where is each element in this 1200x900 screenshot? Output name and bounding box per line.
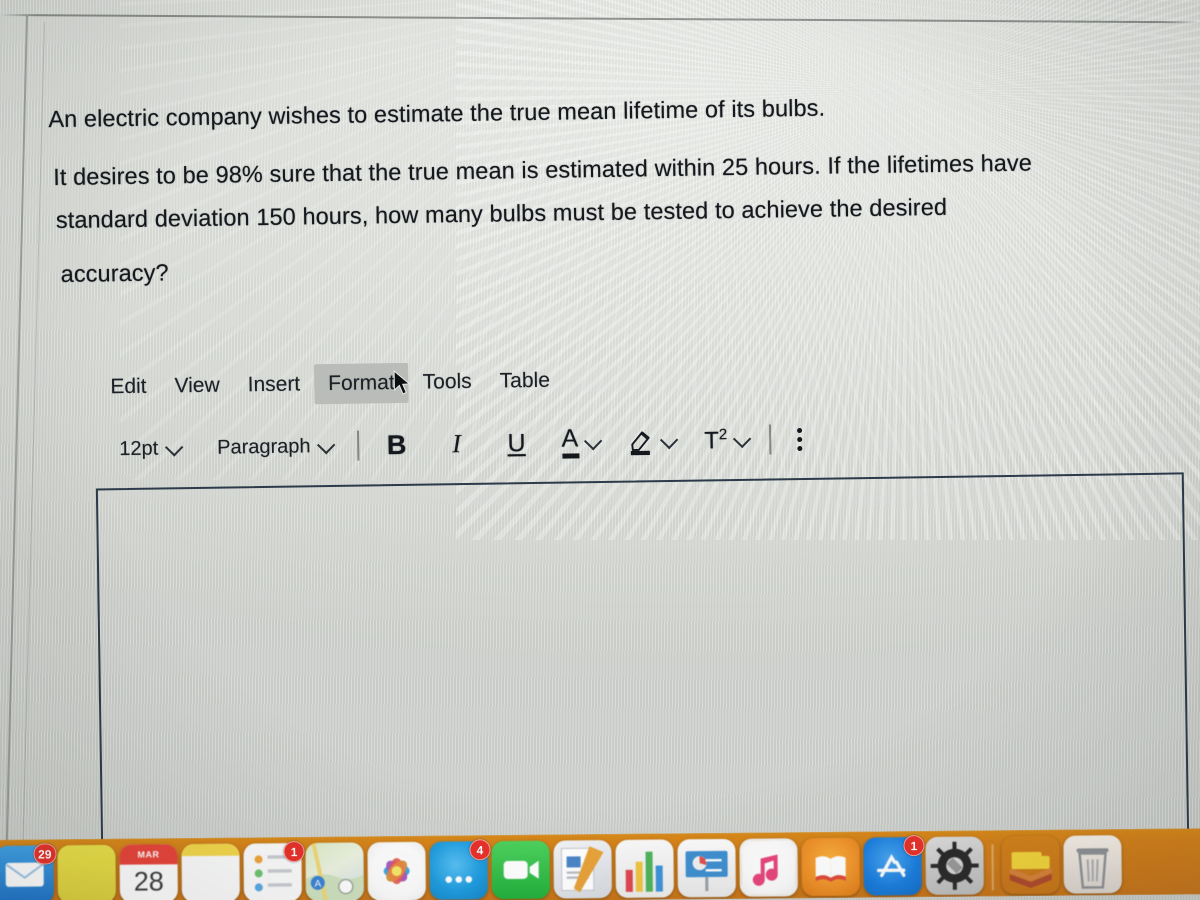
music-icon	[739, 838, 798, 897]
photos-icon	[367, 841, 426, 900]
numbers-icon	[615, 839, 674, 898]
formatting-toolbar: 12pt Paragraph B I U A T2	[109, 422, 812, 466]
facetime-icon	[491, 840, 550, 900]
question-text-line-3: standard deviation 150 hours, how many b…	[55, 193, 948, 234]
dock-item-trash[interactable]	[1063, 835, 1122, 894]
chevron-down-icon	[317, 435, 336, 454]
block-format-value: Paragraph	[217, 434, 311, 459]
dock-item-facetime[interactable]	[491, 840, 550, 900]
menu-item-table[interactable]: Table	[485, 361, 564, 402]
toolbar-divider-2	[769, 424, 772, 455]
font-size-value: 12pt	[119, 437, 159, 460]
answer-text-area[interactable]	[95, 472, 1190, 849]
gear-icon	[925, 836, 984, 896]
dock-item-music[interactable]	[739, 838, 798, 897]
dock-item-notepad[interactable]	[181, 843, 240, 900]
dock-item-mail[interactable]: 29	[0, 843, 57, 900]
highlighter-pen-icon	[628, 427, 654, 456]
dock-item-keynote[interactable]	[677, 838, 736, 898]
svg-text:A: A	[314, 879, 321, 890]
keynote-icon	[677, 838, 736, 898]
maps-icon: A	[305, 842, 364, 900]
chevron-down-icon	[732, 429, 752, 448]
calendar-day: 28	[133, 865, 164, 897]
menu-item-insert[interactable]: Insert	[233, 364, 314, 405]
bold-button[interactable]: B	[375, 428, 417, 463]
kebab-dot	[797, 445, 803, 451]
superscript-base: T	[704, 426, 720, 454]
highlight-color-dropdown[interactable]	[622, 424, 680, 459]
menu-item-view[interactable]: View	[160, 365, 234, 406]
toolbar-divider-1	[357, 430, 360, 461]
dock-badge-mail: 29	[33, 843, 57, 865]
editor-menubar: Edit View Insert Format Tools Table	[96, 361, 564, 408]
text-color-dropdown[interactable]: A	[555, 424, 604, 460]
dock-item-messages[interactable]: 4	[429, 839, 491, 900]
dock-divider	[991, 844, 994, 891]
dock-badge-messages: 4	[469, 839, 491, 861]
notes-icon	[57, 844, 116, 900]
more-options-button[interactable]	[787, 423, 812, 454]
dock-badge-app-store: 1	[903, 835, 925, 857]
calendar-icon: MAR 28	[119, 844, 178, 900]
dock-item-calendar[interactable]: MAR 28	[119, 844, 178, 900]
menu-item-tools[interactable]: Tools	[408, 362, 486, 403]
superscript-icon: T2	[704, 426, 727, 455]
chevron-down-icon	[583, 431, 603, 450]
downloads-stack-icon	[1001, 836, 1060, 895]
dock-item-photos[interactable]	[367, 841, 426, 900]
pages-icon	[553, 840, 612, 899]
dock-item-notes[interactable]	[57, 844, 116, 900]
dock-item-contacts[interactable]: 1	[243, 840, 305, 900]
question-text-line-1: An electric company wishes to estimate t…	[48, 94, 826, 133]
trash-icon	[1063, 835, 1122, 894]
menu-item-format[interactable]: Format	[313, 362, 409, 405]
dock-item-books[interactable]	[801, 837, 860, 897]
macos-dock: 29 MAR 28 1 A 4 1	[0, 828, 1200, 900]
dock-item-maps[interactable]: A	[305, 842, 364, 900]
dock-item-pages[interactable]	[553, 840, 612, 899]
menu-item-edit[interactable]: Edit	[96, 367, 161, 408]
superscript-exponent: 2	[718, 425, 728, 443]
kebab-dot	[797, 436, 803, 442]
chevron-down-icon	[659, 430, 679, 449]
screenshot-root: An electric company wishes to estimate t…	[0, 0, 1200, 900]
block-format-dropdown[interactable]: Paragraph	[207, 430, 342, 463]
dock-item-app-store[interactable]: 1	[863, 835, 925, 896]
books-icon	[801, 837, 860, 897]
content-plane: An electric company wishes to estimate t…	[0, 0, 1200, 900]
dock-item-system-preferences[interactable]	[925, 836, 984, 896]
font-size-dropdown[interactable]: 12pt	[109, 433, 189, 465]
dock-badge-contacts: 1	[283, 840, 305, 863]
chevron-down-icon	[164, 437, 184, 457]
underline-button[interactable]: U	[495, 426, 537, 461]
question-text-line-4: accuracy?	[60, 259, 169, 287]
dock-item-numbers[interactable]	[615, 839, 674, 898]
text-color-icon: A	[561, 424, 578, 458]
question-text-line-2: It desires to be 98% sure that the true …	[53, 149, 1033, 191]
italic-button[interactable]: I	[435, 427, 477, 462]
kebab-dot	[797, 427, 803, 433]
stickies-icon	[181, 843, 240, 900]
superscript-dropdown[interactable]: T2	[698, 423, 754, 458]
dock-item-downloads[interactable]	[1001, 836, 1060, 895]
